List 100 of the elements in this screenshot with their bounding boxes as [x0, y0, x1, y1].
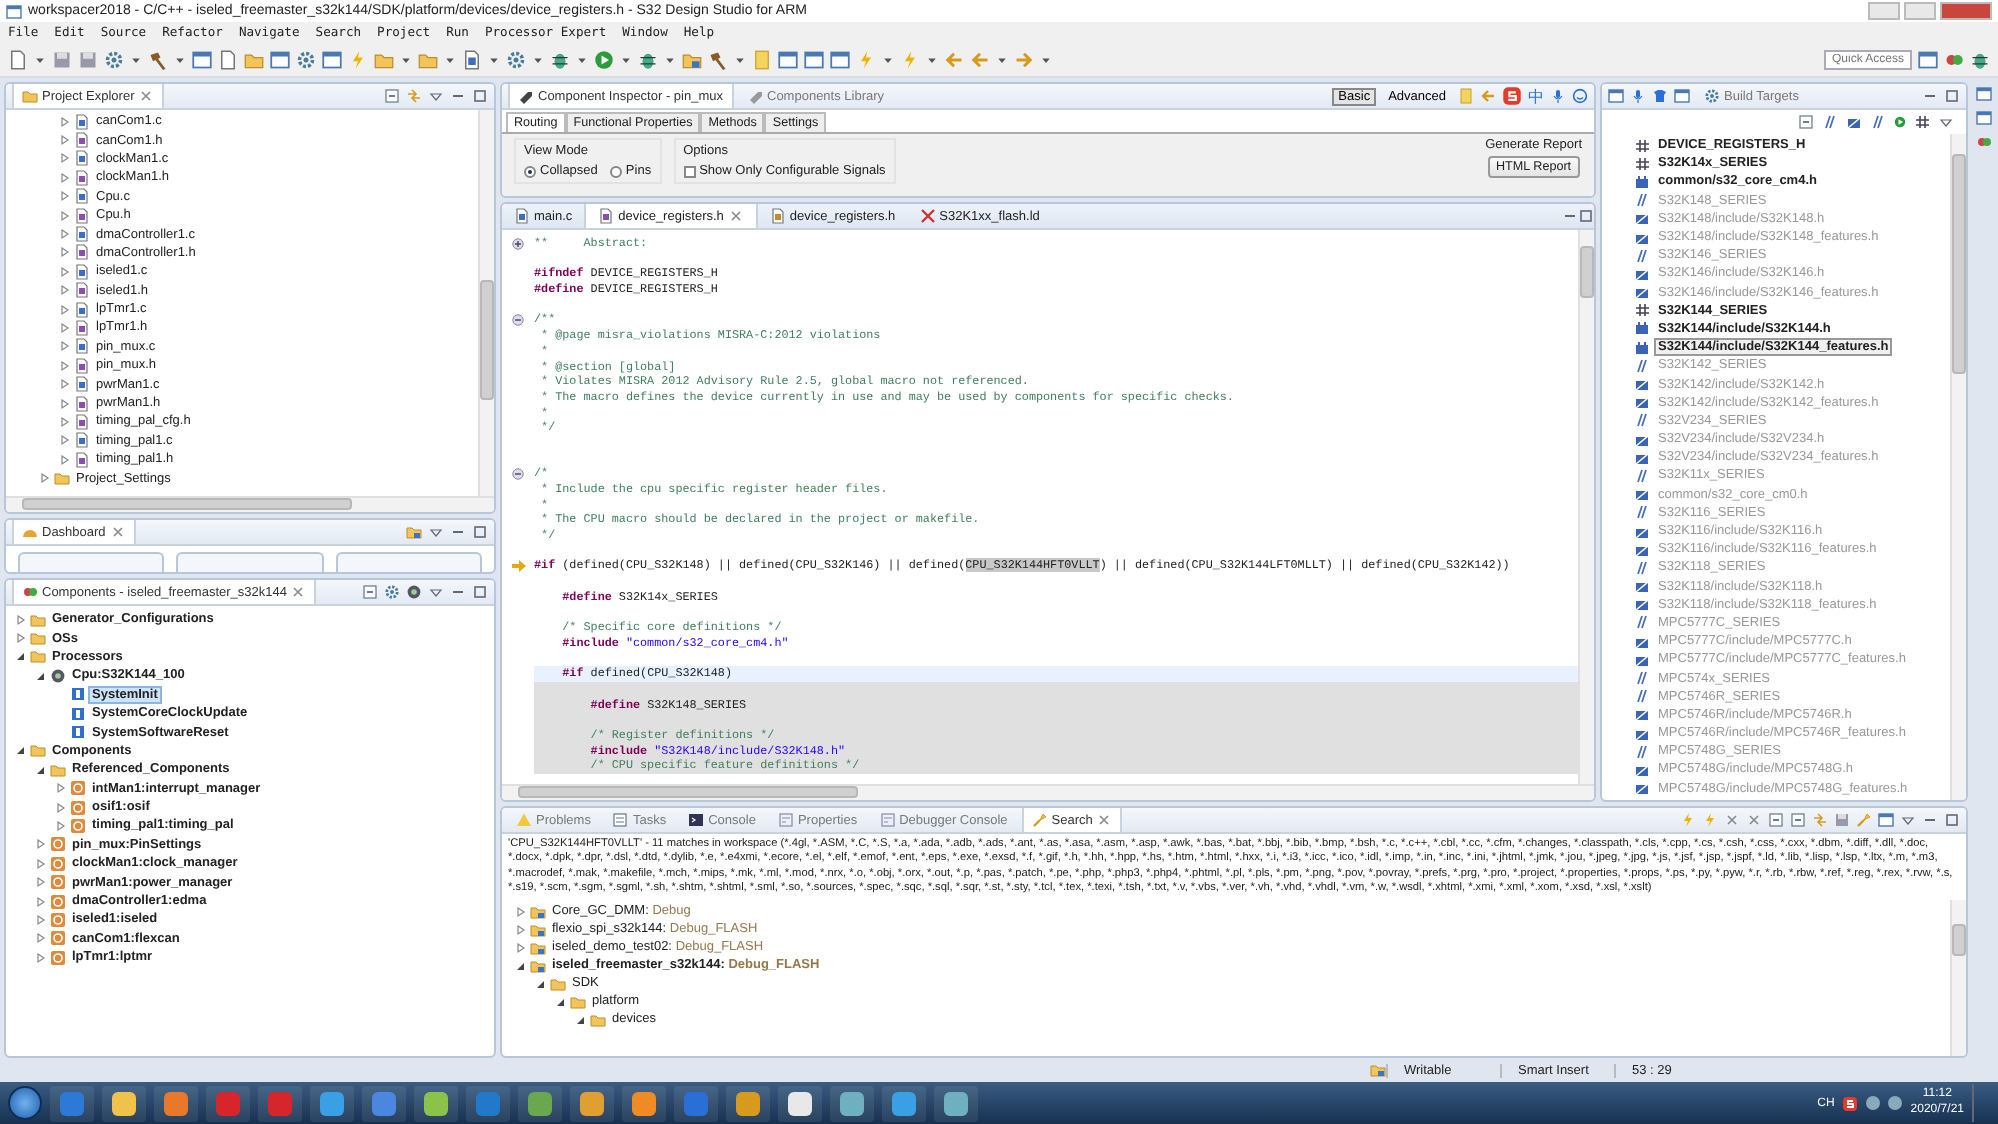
vertical-scrollbar[interactable]	[1950, 134, 1966, 800]
expander-icon[interactable]	[14, 744, 26, 757]
outline-icon[interactable]	[1976, 134, 1992, 150]
checkbox[interactable]	[683, 165, 696, 177]
gear-icon[interactable]	[104, 50, 124, 70]
expander-icon[interactable]	[534, 977, 546, 990]
file-icon[interactable]	[218, 50, 238, 70]
expander-icon[interactable]	[514, 959, 526, 972]
hash-icon[interactable]	[1914, 114, 1930, 130]
radio-button[interactable]	[609, 165, 622, 177]
collapse-all-icon[interactable]	[362, 584, 378, 600]
smiley-icon[interactable]	[1572, 88, 1588, 104]
expander-icon[interactable]	[34, 669, 46, 682]
caret-icon[interactable]	[576, 54, 588, 66]
back-icon[interactable]	[1480, 88, 1496, 104]
bug-icon[interactable]	[638, 50, 658, 70]
window-icon[interactable]	[322, 50, 342, 70]
radio-button[interactable]	[524, 165, 536, 177]
caret-icon[interactable]	[734, 54, 746, 66]
expander-icon[interactable]	[574, 1013, 586, 1026]
vertical-scrollbar[interactable]	[1950, 900, 1966, 1056]
view-menu-icon[interactable]	[1900, 812, 1916, 828]
close-icon[interactable]	[290, 584, 307, 600]
window-icon[interactable]	[1608, 88, 1624, 104]
expander-icon[interactable]	[34, 763, 46, 776]
view-menu-icon[interactable]	[428, 584, 444, 600]
window-icon[interactable]	[804, 50, 824, 70]
horizontal-scrollbar[interactable]	[502, 784, 1594, 800]
taskbar-app-icon[interactable]	[310, 1085, 354, 1121]
close-icon[interactable]	[1096, 812, 1113, 828]
taskbar-app-icon[interactable]	[414, 1085, 458, 1121]
maximize-icon[interactable]	[472, 584, 488, 600]
caret-icon[interactable]	[34, 54, 46, 66]
horizontal-scrollbar[interactable]	[6, 496, 494, 512]
close-icon[interactable]	[109, 524, 126, 540]
fold-collapse-icon[interactable]	[512, 314, 524, 327]
taskbar-app-icon[interactable]	[570, 1085, 614, 1121]
maximize-icon[interactable]	[1944, 88, 1960, 104]
file-icon[interactable]	[8, 50, 28, 70]
caret-icon[interactable]	[400, 54, 412, 66]
folder-icon[interactable]	[406, 524, 422, 540]
window-icon[interactable]	[270, 50, 290, 70]
view-menu-icon[interactable]	[428, 524, 444, 540]
caret-icon[interactable]	[532, 54, 544, 66]
taskbar-app-icon[interactable]	[102, 1085, 146, 1121]
expander-icon[interactable]	[554, 995, 566, 1008]
close-button[interactable]	[1940, 2, 1992, 20]
vertical-scrollbar[interactable]	[1578, 230, 1594, 784]
shirt-icon[interactable]	[1652, 88, 1668, 104]
close-icon[interactable]	[138, 88, 155, 104]
gear-icon[interactable]	[384, 584, 400, 600]
hammer-icon[interactable]	[708, 50, 728, 70]
bug-icon[interactable]	[550, 50, 570, 70]
taskbar-app-icon[interactable]	[778, 1085, 822, 1121]
fold-collapse-icon[interactable]	[512, 468, 524, 481]
window-icon[interactable]	[1674, 88, 1690, 104]
link-icon[interactable]	[406, 88, 422, 104]
file-icon[interactable]	[462, 50, 482, 70]
caret-icon[interactable]	[130, 54, 142, 66]
restore-icon[interactable]	[1976, 86, 1992, 102]
caret-icon[interactable]	[174, 54, 186, 66]
microphone-icon[interactable]	[1550, 88, 1566, 104]
taskbar-app-icon[interactable]	[518, 1085, 562, 1121]
taskbar-app-icon[interactable]	[934, 1085, 978, 1121]
caret-icon[interactable]	[488, 54, 500, 66]
fold-expand-icon[interactable]	[512, 237, 524, 250]
caret-icon[interactable]	[444, 54, 456, 66]
remove-icon[interactable]	[1724, 812, 1740, 828]
caret-icon[interactable]	[926, 54, 938, 66]
collapse-all-icon[interactable]	[1790, 812, 1806, 828]
gear-icon[interactable]	[506, 50, 526, 70]
collapse-all-icon[interactable]	[1798, 114, 1814, 130]
taskbar-app-icon[interactable]	[622, 1085, 666, 1121]
hammer-icon[interactable]	[148, 50, 168, 70]
close-icon[interactable]	[727, 208, 744, 224]
caret-icon[interactable]	[996, 54, 1008, 66]
caret-icon[interactable]	[882, 54, 894, 66]
folder-icon[interactable]	[244, 50, 264, 70]
window-icon[interactable]	[1976, 110, 1992, 126]
taskbar-app-icon[interactable]	[830, 1085, 874, 1121]
caret-icon[interactable]	[1040, 54, 1052, 66]
taskbar-app-icon[interactable]	[726, 1085, 770, 1121]
collapse-all-icon[interactable]	[384, 88, 400, 104]
view-menu-icon[interactable]	[428, 88, 444, 104]
window-icon[interactable]	[830, 50, 850, 70]
maximize-icon[interactable]	[1944, 812, 1960, 828]
maximize-icon[interactable]	[472, 524, 488, 540]
window-icon[interactable]	[192, 50, 212, 70]
caret-icon[interactable]	[620, 54, 632, 66]
window-icon[interactable]	[778, 50, 798, 70]
gear-icon[interactable]	[296, 50, 316, 70]
maximize-icon[interactable]	[1578, 208, 1594, 224]
save-all-icon[interactable]	[78, 50, 98, 70]
taskbar-app-icon[interactable]	[154, 1085, 198, 1121]
input-mode-indicator[interactable]: 中	[1528, 85, 1544, 107]
microphone-icon[interactable]	[1630, 88, 1646, 104]
remove-all-icon[interactable]	[1746, 812, 1762, 828]
view-menu-icon[interactable]	[1938, 114, 1954, 130]
taskbar-app-icon[interactable]	[882, 1085, 926, 1121]
start-orb-icon[interactable]	[8, 1086, 42, 1120]
